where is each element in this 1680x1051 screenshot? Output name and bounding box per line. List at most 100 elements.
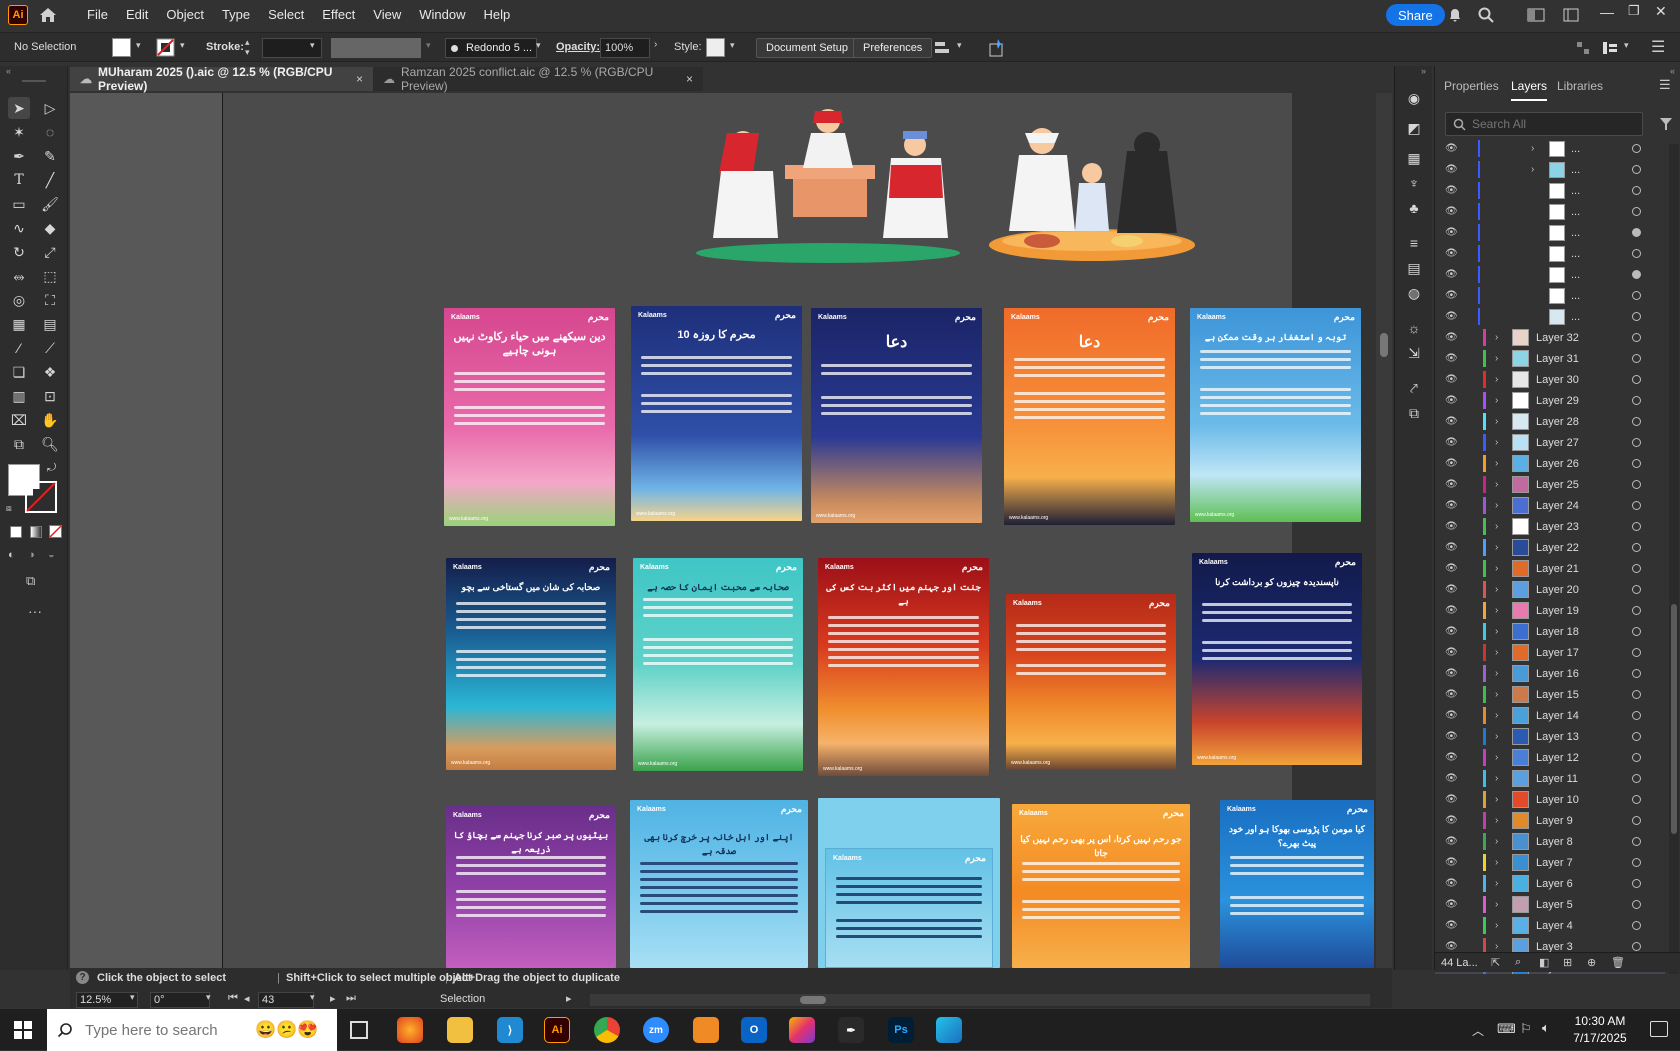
vertical-scroll-thumb[interactable]	[1380, 333, 1388, 357]
visibility-eye-icon[interactable]: 👁︎	[1445, 311, 1458, 322]
workspace-icon[interactable]	[1527, 8, 1545, 22]
menu-type[interactable]: Type	[213, 7, 259, 22]
layer-row[interactable]: 👁︎ › Layer 25	[1435, 474, 1665, 495]
gradient-tool-icon[interactable]: ▤	[39, 313, 61, 335]
target-circle-icon[interactable]	[1632, 543, 1641, 552]
expand-arrow-icon[interactable]: ›	[1495, 626, 1498, 637]
visibility-eye-icon[interactable]: 👁︎	[1445, 290, 1458, 301]
visibility-eye-icon[interactable]: 👁︎	[1445, 248, 1458, 259]
outlook-icon[interactable]: O	[741, 1017, 767, 1043]
target-circle-icon[interactable]	[1632, 522, 1641, 531]
visibility-eye-icon[interactable]: 👁︎	[1445, 227, 1458, 238]
zoom-field[interactable]: 12.5%	[76, 992, 138, 1008]
visibility-eye-icon[interactable]: 👁︎	[1445, 353, 1458, 364]
home-icon[interactable]	[38, 5, 58, 25]
status-menu-icon[interactable]: ▸	[566, 992, 572, 1005]
visibility-eye-icon[interactable]: 👁︎	[1445, 374, 1458, 385]
make-clipping-mask-icon[interactable]: ◧	[1539, 956, 1549, 969]
share-button[interactable]: Share	[1386, 4, 1445, 26]
layer-row[interactable]: 👁︎ › Layer 9	[1435, 810, 1665, 831]
target-circle-icon[interactable]	[1632, 501, 1641, 510]
eraser-tool-icon[interactable]: ◆	[39, 217, 61, 239]
sublayer-row[interactable]: 👁︎...	[1435, 306, 1665, 327]
target-circle-icon[interactable]	[1632, 375, 1641, 384]
target-circle-icon[interactable]	[1632, 417, 1641, 426]
visibility-eye-icon[interactable]: 👁︎	[1445, 143, 1458, 154]
shape-builder-tool-icon[interactable]: ◎	[8, 289, 30, 311]
sublayer-row[interactable]: 👁︎...	[1435, 222, 1665, 243]
menu-select[interactable]: Select	[259, 7, 313, 22]
expand-arrow-icon[interactable]: ›	[1495, 479, 1498, 490]
collapse-icon[interactable]: «	[6, 66, 11, 76]
target-circle-icon[interactable]	[1632, 459, 1641, 468]
stroke-weight-dropdown-icon[interactable]: ▾	[310, 40, 315, 51]
canvas-horizontal-scrollbar[interactable]	[590, 994, 1370, 1006]
target-circle-icon[interactable]	[1632, 480, 1641, 489]
layers-scroll-thumb[interactable]	[1671, 604, 1677, 834]
app-icon[interactable]	[936, 1017, 962, 1043]
menu-object[interactable]: Object	[157, 7, 213, 22]
quick-actions-icon[interactable]	[1601, 39, 1619, 57]
quick-actions-dropdown-icon[interactable]: ▾	[1624, 40, 1629, 51]
line-tool-icon[interactable]: ╱	[39, 169, 61, 191]
visibility-eye-icon[interactable]: 👁︎	[1445, 920, 1458, 931]
target-circle-icon[interactable]	[1632, 879, 1641, 888]
column-graph-tool-icon[interactable]: ▥	[8, 385, 30, 407]
tray-chevron-icon[interactable]: ︿	[1472, 1022, 1484, 1039]
target-circle-icon[interactable]	[1632, 186, 1641, 195]
expand-arrow-icon[interactable]: ›	[1495, 563, 1498, 574]
expand-arrow-icon[interactable]: ›	[1495, 773, 1498, 784]
poster-card[interactable]: Kalaams محرم بیٹیوں پر صبر کرنا جہنم سے …	[446, 806, 616, 968]
layer-row[interactable]: 👁︎ › Layer 11	[1435, 768, 1665, 789]
visibility-eye-icon[interactable]: 👁︎	[1445, 857, 1458, 868]
layer-row[interactable]: 👁︎ › Layer 6	[1435, 873, 1665, 894]
gradient-mode-icon[interactable]	[30, 526, 42, 538]
screen-mode-icon[interactable]: ⧉	[26, 573, 35, 589]
layer-row[interactable]: 👁︎ › Layer 4	[1435, 915, 1665, 936]
locate-object-icon[interactable]: ⌕	[1515, 956, 1521, 969]
target-circle-icon[interactable]	[1632, 333, 1641, 342]
minimize-icon[interactable]: —	[1600, 4, 1614, 20]
fill-swatch[interactable]	[112, 38, 131, 57]
control-bar-menu-icon[interactable]: ☰	[1651, 37, 1665, 57]
expand-arrow-icon[interactable]: ›	[1495, 668, 1498, 679]
shaper-tool-icon[interactable]: ∿	[8, 217, 30, 239]
poster-card[interactable]: Kalaams محرم دعا www.kalaams.org	[811, 308, 982, 523]
layers-scrollbar[interactable]	[1669, 144, 1679, 974]
expand-arrow-icon[interactable]: ›	[1495, 731, 1498, 742]
paintbrush-tool-icon[interactable]: 🖌	[39, 193, 61, 215]
direct-selection-tool-icon[interactable]: ▷	[39, 97, 61, 119]
layer-row[interactable]: 👁︎ › Layer 19	[1435, 600, 1665, 621]
visibility-eye-icon[interactable]: 👁︎	[1445, 773, 1458, 784]
visibility-eye-icon[interactable]: 👁︎	[1445, 206, 1458, 217]
filter-icon[interactable]	[1659, 116, 1673, 132]
chrome-icon[interactable]	[594, 1017, 620, 1043]
asset-export-icon[interactable]: ⇲	[1403, 342, 1425, 364]
layer-row[interactable]: 👁︎ › Layer 5	[1435, 894, 1665, 915]
panel-collapse-icon[interactable]: «	[1435, 66, 1680, 76]
blend-tool-icon[interactable]: ❏	[8, 361, 30, 383]
toolbar-grip[interactable]	[22, 80, 46, 82]
brush-definition[interactable]: Redondo 5 ...	[445, 38, 537, 58]
target-circle-icon[interactable]	[1632, 753, 1641, 762]
visibility-eye-icon[interactable]: 👁︎	[1445, 185, 1458, 196]
poster-card[interactable]: Kalaams محرم www.kalaams.org	[1006, 594, 1176, 770]
visibility-eye-icon[interactable]: 👁︎	[1445, 542, 1458, 553]
align-dropdown-icon[interactable]: ▾	[957, 40, 962, 51]
taskbar-search-box[interactable]: 😀😕😍	[47, 1009, 337, 1051]
target-circle-icon[interactable]	[1632, 669, 1641, 678]
brush-dropdown-icon[interactable]: ▾	[536, 40, 541, 51]
tab-ramzan-2025[interactable]: ☁ Ramzan 2025 conflict.aic @ 12.5 % (RGB…	[373, 65, 703, 93]
swap-colors-icon[interactable]: ⤾	[47, 462, 56, 475]
target-circle-icon[interactable]	[1632, 795, 1641, 804]
notifications-icon[interactable]	[1650, 1021, 1668, 1037]
tab-layers[interactable]: Layers	[1511, 79, 1548, 101]
expand-arrow-icon[interactable]: ›	[1495, 710, 1498, 721]
poster-card[interactable]: Kalaams محرم صحابہ سے محبت ایمان کا حصہ …	[633, 558, 803, 771]
sublayer-row[interactable]: 👁︎...	[1435, 264, 1665, 285]
expand-arrow-icon[interactable]: ›	[1495, 395, 1498, 406]
visibility-eye-icon[interactable]: 👁︎	[1445, 794, 1458, 805]
target-circle-icon[interactable]	[1632, 606, 1641, 615]
visibility-eye-icon[interactable]: 👁︎	[1445, 395, 1458, 406]
target-circle-icon[interactable]	[1632, 858, 1641, 867]
